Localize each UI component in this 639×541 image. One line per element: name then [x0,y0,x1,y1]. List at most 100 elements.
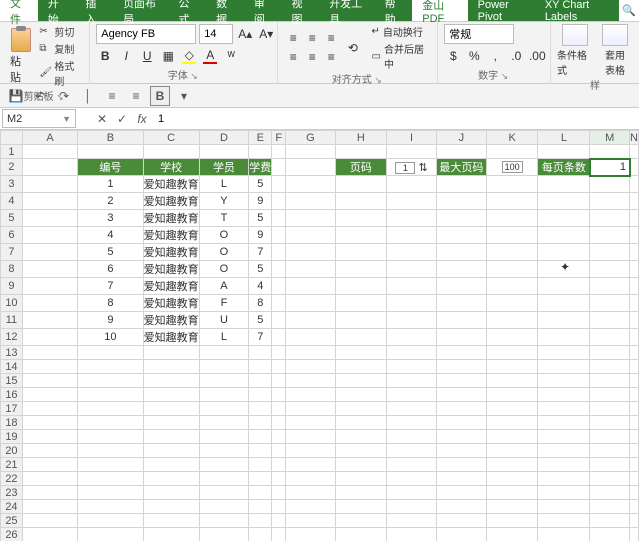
cell[interactable] [22,374,77,388]
cell[interactable] [272,193,286,210]
cell[interactable] [630,514,639,528]
row-header[interactable]: 24 [1,500,23,514]
cell[interactable]: Y [199,193,249,210]
cell[interactable] [22,210,77,227]
cell[interactable] [387,210,437,227]
cell[interactable] [486,261,538,278]
cell[interactable] [199,402,249,416]
cell[interactable] [387,329,437,346]
cell[interactable] [538,528,590,541]
cell[interactable] [538,402,590,416]
cell[interactable] [22,312,77,329]
cell[interactable] [22,444,77,458]
cell[interactable]: 8 [249,295,272,312]
cell[interactable] [272,458,286,472]
tab-help[interactable]: 帮助 [375,0,413,21]
cell[interactable] [538,472,590,486]
merge-center-button[interactable]: ▭合并后居中 [372,41,432,71]
cell[interactable]: 7 [249,329,272,346]
cell[interactable] [590,416,630,430]
cell[interactable] [436,176,486,193]
cell[interactable] [272,402,286,416]
cell[interactable] [538,295,590,312]
cell[interactable]: 爱知趣教育 [143,312,199,329]
cell[interactable] [272,430,286,444]
column-header[interactable]: D [199,131,249,145]
cell[interactable] [78,360,143,374]
cell[interactable] [143,430,199,444]
cell[interactable] [486,514,538,528]
cell[interactable]: 9 [78,312,143,329]
cell[interactable] [286,261,335,278]
cell[interactable] [630,458,639,472]
cell[interactable]: 学校 [143,159,199,176]
cell[interactable] [78,346,143,360]
cancel-formula-icon[interactable]: ✕ [92,108,112,129]
tab-home[interactable]: 开始 [38,0,76,21]
row-header[interactable]: 12 [1,329,23,346]
cell[interactable] [387,374,437,388]
cell[interactable] [630,159,639,176]
cell[interactable]: A [199,278,249,295]
cell[interactable] [630,402,639,416]
cell[interactable]: 9 [249,193,272,210]
cell[interactable] [78,458,143,472]
cell[interactable] [590,193,630,210]
underline-button[interactable]: U [138,47,156,65]
cell[interactable] [387,193,437,210]
cell[interactable]: 7 [249,244,272,261]
cell[interactable] [272,210,286,227]
cell[interactable] [590,374,630,388]
cell[interactable] [538,193,590,210]
cell[interactable] [630,360,639,374]
cell[interactable] [538,360,590,374]
cell[interactable] [538,486,590,500]
cell[interactable]: 页码 [335,159,387,176]
cell[interactable]: 1 [78,176,143,193]
cell[interactable] [486,145,538,159]
cell[interactable] [249,486,272,500]
cell[interactable]: 4 [78,227,143,244]
cell[interactable] [335,472,387,486]
cell[interactable] [590,430,630,444]
cell[interactable] [22,458,77,472]
cell[interactable] [199,514,249,528]
cell[interactable] [286,278,335,295]
cell[interactable] [286,402,335,416]
cell[interactable] [387,458,437,472]
cell[interactable] [78,514,143,528]
cell[interactable] [387,444,437,458]
column-header[interactable]: C [143,131,199,145]
row-header[interactable]: 1 [1,145,23,159]
cell[interactable] [272,159,286,176]
cell[interactable] [486,416,538,430]
cell[interactable] [630,295,639,312]
tab-formula[interactable]: 公式 [168,0,206,21]
cell[interactable] [335,416,387,430]
cell[interactable] [436,329,486,346]
phonetic-button[interactable]: ᵂ [222,47,240,65]
spinner-arrows-icon[interactable]: ⇅ [415,162,427,174]
cell[interactable] [143,458,199,472]
cell[interactable] [78,374,143,388]
column-header[interactable]: K [486,131,538,145]
cell[interactable] [272,360,286,374]
column-header[interactable]: A [22,131,77,145]
cell[interactable]: 爱知趣教育 [143,176,199,193]
cell[interactable] [78,486,143,500]
cell[interactable] [630,193,639,210]
chevron-down-icon[interactable]: ▼ [62,114,71,124]
copy-button[interactable]: ⧉复制 [39,41,83,56]
cell[interactable]: 6 [78,261,143,278]
cell[interactable] [272,500,286,514]
cell[interactable]: 爱知趣教育 [143,329,199,346]
row-header[interactable]: 14 [1,360,23,374]
cell[interactable] [538,346,590,360]
tab-view[interactable]: 视图 [282,0,320,21]
cell[interactable] [249,528,272,541]
column-header[interactable]: F [272,131,286,145]
cell[interactable] [199,374,249,388]
column-header[interactable]: H [335,131,387,145]
cell[interactable]: 1 [590,159,630,176]
cell[interactable] [335,444,387,458]
